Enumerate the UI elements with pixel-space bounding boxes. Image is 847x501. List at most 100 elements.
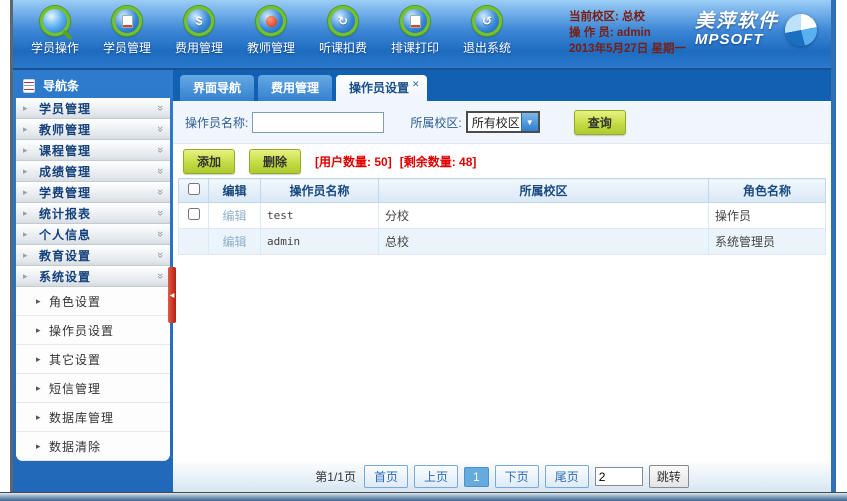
- sidebar-item-education[interactable]: ▸ 教育设置 »: [16, 245, 170, 266]
- student-search-icon: [40, 6, 70, 36]
- sidebar-subitem-database[interactable]: ▸ 数据库管理: [16, 403, 170, 432]
- operator-name-label: 操作员名称:: [185, 115, 249, 130]
- toolbar-fee-manage[interactable]: $ 费用管理: [163, 4, 235, 56]
- sidebar-item-tuition[interactable]: ▸ 学费管理 »: [16, 182, 170, 203]
- chevron-double-icon: »: [153, 188, 166, 196]
- arrow-right-icon: ▸: [36, 382, 41, 393]
- close-tab-icon[interactable]: ✕: [412, 79, 420, 89]
- sidebar-subitem-other[interactable]: ▸ 其它设置: [16, 345, 170, 374]
- toolbar-schedule-print[interactable]: 排课打印: [379, 4, 451, 56]
- campus-select[interactable]: 所有校区 ▼: [465, 111, 540, 133]
- tab-strip: 界面导航 费用管理 操作员设置 ✕: [173, 70, 831, 101]
- schedule-print-icon: [400, 6, 430, 36]
- app-window: 学员操作 学员管理 $ 费用管理 教师管理 ↻ 听课扣费 排课打印 ↺ 退出系统…: [0, 0, 847, 501]
- chevron-double-icon: »: [153, 209, 166, 217]
- toolbar-label: 排课打印: [390, 41, 439, 55]
- sidebar-item-course[interactable]: ▸ 课程管理 »: [16, 140, 170, 161]
- toolbar-listen-deduct[interactable]: ↻ 听课扣费: [307, 4, 379, 56]
- sidebar-subitem-role[interactable]: ▸ 角色设置: [16, 287, 170, 316]
- tab-fee-manage[interactable]: 费用管理: [258, 75, 333, 101]
- exit-system-icon: ↺: [472, 6, 502, 36]
- sidebar-subitem-dataclear[interactable]: ▸ 数据清除: [16, 432, 170, 461]
- arrow-right-icon: ▸: [23, 102, 28, 113]
- logo-cn-text: 美萍软件: [694, 11, 779, 32]
- table-row: 编辑 test 分校 操作员: [178, 202, 826, 229]
- first-page-button[interactable]: 首页: [363, 465, 408, 488]
- chevron-double-icon: »: [153, 272, 166, 280]
- user-count-text: [用户数量: 50]: [315, 154, 392, 169]
- chevron-double-icon: »: [153, 104, 166, 112]
- arrow-right-icon: ▸: [23, 249, 28, 260]
- search-button[interactable]: 查询: [573, 109, 626, 135]
- current-campus: 当前校区: 总校: [569, 11, 646, 23]
- sidebar-title: 导航条: [13, 73, 173, 98]
- arrow-right-icon: ▸: [23, 207, 28, 218]
- toolbar-label: 学员管理: [102, 41, 151, 55]
- campus-select-value: 所有校区: [471, 115, 520, 130]
- cell-role: 操作员: [708, 202, 826, 229]
- prev-page-button[interactable]: 上页: [413, 465, 458, 488]
- tab-operator-settings[interactable]: 操作员设置 ✕: [336, 75, 427, 101]
- sidebar-subitem-sms[interactable]: ▸ 短信管理: [16, 374, 170, 403]
- delete-button[interactable]: 删除: [249, 148, 302, 174]
- sidebar-item-personal[interactable]: ▸ 个人信息 »: [16, 224, 170, 245]
- sidebar-item-teacher[interactable]: ▸ 教师管理 »: [16, 119, 170, 140]
- arrow-right-icon: ▸: [36, 295, 41, 306]
- sidebar-item-reports[interactable]: ▸ 统计报表 »: [16, 203, 170, 224]
- logo-en-text: MPSOFT: [694, 31, 764, 48]
- sidebar-item-system[interactable]: ▸ 系统设置 »: [16, 266, 170, 287]
- cell-operator-name: test: [260, 202, 379, 229]
- edit-link[interactable]: 编辑: [222, 209, 246, 223]
- jump-button[interactable]: 跳转: [648, 465, 689, 488]
- add-button[interactable]: 添加: [183, 148, 236, 174]
- last-page-button[interactable]: 尾页: [544, 465, 589, 488]
- arrow-right-icon: ▸: [36, 440, 41, 451]
- arrow-right-icon: ▸: [23, 123, 28, 134]
- edit-link[interactable]: 编辑: [222, 235, 246, 249]
- select-all-checkbox[interactable]: [187, 183, 200, 195]
- table-row: 编辑 admin 总校 系统管理员: [178, 228, 826, 255]
- row-checkbox[interactable]: [187, 208, 200, 220]
- chevron-double-icon: »: [153, 251, 166, 259]
- session-info: 当前校区: 总校 操 作 员: admin 2013年5月27日 星期一: [569, 9, 686, 57]
- dropdown-arrow-icon[interactable]: ▼: [520, 113, 538, 131]
- next-page-button[interactable]: 下页: [494, 465, 539, 488]
- arrow-right-icon: ▸: [23, 186, 28, 197]
- listen-deduct-icon: ↻: [328, 6, 358, 36]
- arrow-right-icon: ▸: [23, 228, 28, 239]
- sidebar-item-score[interactable]: ▸ 成绩管理 »: [16, 161, 170, 182]
- operator-name-input[interactable]: [252, 111, 385, 133]
- sidebar-collapse-handle[interactable]: ◀: [168, 267, 176, 323]
- toolbar-teacher-manage[interactable]: 教师管理: [235, 4, 307, 56]
- remaining-count-text: [剩余数量: 48]: [399, 154, 477, 169]
- main-area: 导航条 ▸ 学员管理 » ▸ 教师管理 » ▸ 课程管理 » ▸ 成绩管理 » …: [13, 70, 831, 492]
- arrow-right-icon: ▸: [36, 353, 41, 364]
- action-row: 添加 删除 [用户数量: 50] [剩余数量: 48]: [173, 144, 831, 178]
- chevron-double-icon: »: [153, 167, 166, 175]
- toolbar-label: 费用管理: [174, 41, 223, 55]
- current-page-button[interactable]: 1: [463, 466, 489, 487]
- toolbar-student-manage[interactable]: 学员管理: [91, 4, 163, 56]
- cell-campus: 总校: [378, 228, 709, 255]
- tab-interface-nav[interactable]: 界面导航: [180, 75, 255, 101]
- main-toolbar: 学员操作 学员管理 $ 费用管理 教师管理 ↻ 听课扣费 排课打印 ↺ 退出系统: [19, 4, 523, 56]
- toolbar-label: 教师管理: [246, 41, 295, 55]
- current-operator: 操 作 员: admin: [569, 27, 651, 39]
- toolbar-student-ops[interactable]: 学员操作: [19, 4, 91, 56]
- cell-role: 系统管理员: [708, 228, 826, 255]
- jump-page-input[interactable]: [594, 467, 643, 486]
- window-frame: 学员操作 学员管理 $ 费用管理 教师管理 ↻ 听课扣费 排课打印 ↺ 退出系统…: [10, 0, 836, 492]
- sidebar-item-student[interactable]: ▸ 学员管理 »: [16, 98, 170, 119]
- table-empty-space: [173, 255, 831, 461]
- chevron-double-icon: »: [153, 230, 166, 238]
- toolbar-label: 听课扣费: [318, 41, 367, 55]
- sidebar: 导航条 ▸ 学员管理 » ▸ 教师管理 » ▸ 课程管理 » ▸ 成绩管理 » …: [13, 70, 173, 492]
- toolbar-label: 学员操作: [30, 41, 79, 55]
- arrow-right-icon: ▸: [36, 324, 41, 335]
- sidebar-subitem-operator[interactable]: ▸ 操作员设置: [16, 316, 170, 345]
- col-role: 角色名称: [708, 178, 826, 203]
- student-manage-icon: [112, 6, 142, 36]
- sidebar-title-label: 导航条: [43, 79, 80, 93]
- toolbar-exit-system[interactable]: ↺ 退出系统: [451, 4, 523, 56]
- fee-manage-icon: $: [184, 6, 214, 36]
